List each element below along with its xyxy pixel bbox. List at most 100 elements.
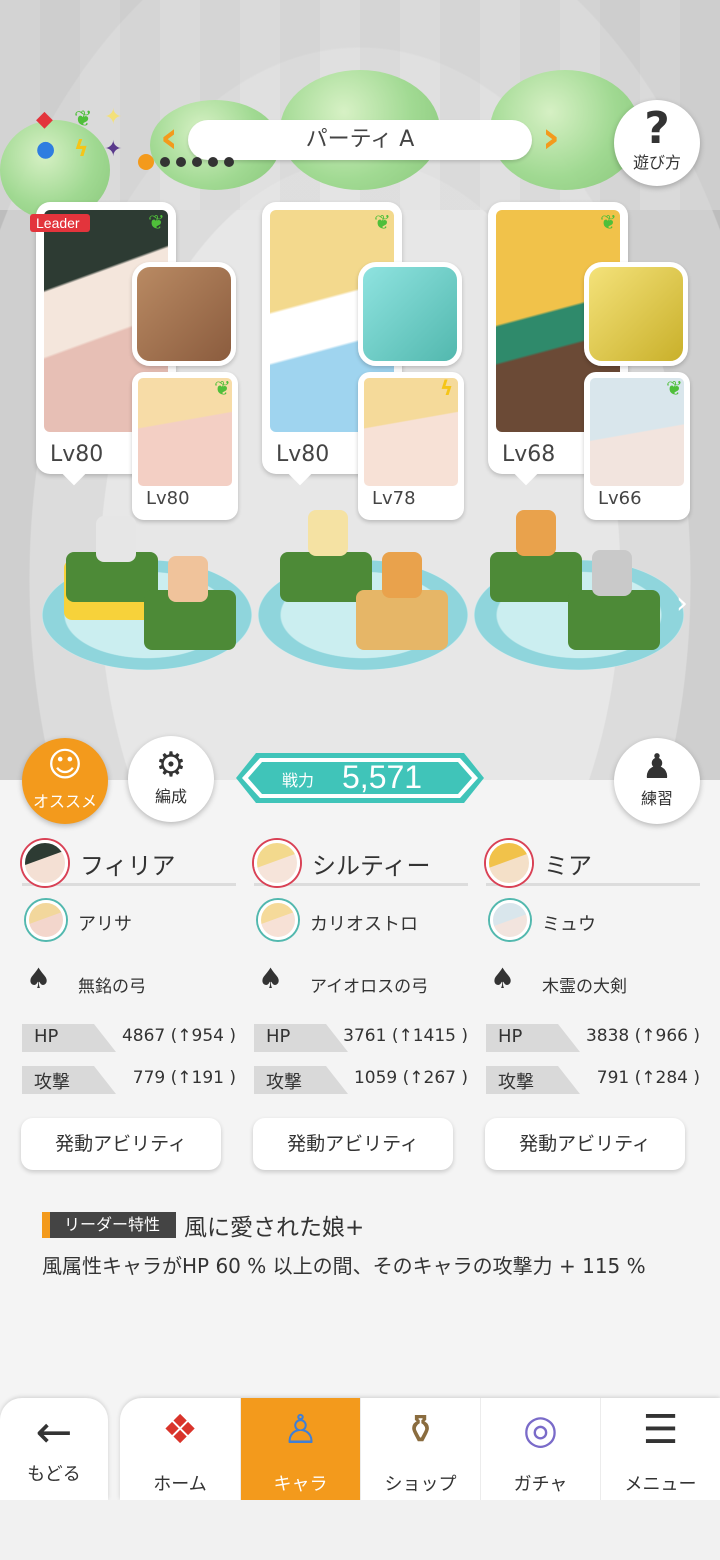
main-character-name: シルティー (312, 852, 431, 880)
hp-stat: HP 4867 (↑954 ) (22, 1024, 236, 1052)
character-icon: ♙ (282, 1407, 319, 1453)
tab-label: ガチャ (513, 1474, 568, 1495)
party-page-indicator (138, 154, 234, 170)
sub-character-row[interactable]: アリサ (22, 886, 236, 948)
tab-label: ショップ (384, 1474, 457, 1495)
slot-detail-column: シルティー カリオストロ ♠ アイオロスの弓 HP 3761 (↑1415 ) … (254, 836, 468, 1094)
attack-stat: 攻撃 779 (↑191 ) (22, 1066, 236, 1094)
weapon-name: 無銘の弓 (78, 977, 146, 997)
main-character-name: フィリア (80, 852, 176, 880)
sub-character-card[interactable]: ❦ Lv80 (132, 372, 238, 520)
main-character-name: ミア (544, 852, 592, 880)
sub-block (568, 590, 660, 650)
formation-gear-icon: ⚙ (155, 745, 187, 785)
leader-skill-tag: リーダー特性 (42, 1212, 177, 1238)
main-character-row[interactable]: ミア (486, 836, 700, 886)
weapon-bow-icon[interactable] (132, 262, 236, 366)
main-character-row[interactable]: フィリア (22, 836, 236, 886)
stat-tag: HP (486, 1024, 580, 1052)
light-sparkle-icon: ✦ (104, 105, 123, 130)
ability-button[interactable]: 発動アビリティ (253, 1118, 453, 1170)
tab-menu[interactable]: ☰ メニュー (600, 1398, 720, 1500)
ability-button[interactable]: 発動アビリティ (21, 1118, 221, 1170)
sub-character-row[interactable]: カリオストロ (254, 886, 468, 948)
page-dot (160, 157, 170, 167)
recommend-label: オススメ (32, 792, 97, 811)
hp-value: 3761 (↑1415 ) (343, 1026, 468, 1046)
main-sprite (516, 510, 556, 556)
scroll-right-chevron-icon[interactable]: › (676, 586, 688, 621)
page-dot (208, 157, 218, 167)
hp-label: HP (498, 1026, 523, 1047)
slot-detail-column: ミア ミュウ ♠ 木霊の大剣 HP 3838 (↑966 ) 攻撃 791 (↑… (486, 836, 700, 1094)
home-icon: ❖ (162, 1407, 198, 1453)
stat-tag: HP (254, 1024, 348, 1052)
weapon-row[interactable]: ♠ アイオロスの弓 (254, 948, 468, 1010)
menu-icon: ☰ (642, 1407, 679, 1453)
sub-sprite (382, 552, 422, 598)
main-tabs: ❖ ホーム ♙ キャラ ⚱ ショップ ◎ ガチャ ☰ メニュー (120, 1398, 720, 1500)
tab-character[interactable]: ♙ キャラ (240, 1398, 360, 1500)
stat-tag: 攻撃 (22, 1066, 116, 1094)
back-button[interactable]: ← もどる (0, 1398, 108, 1500)
weapon-icon: ♠ (490, 962, 516, 995)
tab-home[interactable]: ❖ ホーム (120, 1398, 240, 1500)
sub-character-name: アリサ (78, 914, 132, 935)
formation-label: 編成 (154, 787, 187, 806)
tab-label: キャラ (273, 1474, 328, 1495)
recommend-button[interactable]: ☺ オススメ (22, 738, 108, 824)
weapon-icon: ♠ (258, 962, 284, 995)
weapon-greatsword-icon[interactable] (584, 262, 688, 366)
shop-icon: ⚱ (403, 1407, 438, 1453)
sub-character-card[interactable]: ϟ Lv78 (358, 372, 464, 520)
sub-character-card[interactable]: ❦ Lv66 (584, 372, 690, 520)
character-avatar (22, 840, 68, 886)
formation-button[interactable]: ⚙ 編成 (128, 736, 214, 822)
wind-element-icon: ❦ (600, 210, 617, 234)
weapon-name: アイオロスの弓 (310, 977, 429, 997)
tab-gacha[interactable]: ◎ ガチャ (480, 1398, 600, 1500)
page-dot (224, 157, 234, 167)
leader-skill-panel: リーダー特性 風に愛された娘+ 風属性キャラがHP 60 % 以上の間、そのキャラ… (42, 1208, 682, 1280)
sub-block (356, 590, 448, 650)
bottom-navigation: ← もどる ❖ ホーム ♙ キャラ ⚱ ショップ ◎ ガチャ ☰ メニュー (0, 1398, 720, 1500)
next-party-chevron-icon[interactable]: › (534, 116, 560, 162)
character-avatar (486, 840, 532, 886)
fire-diamond-icon: ◆ (36, 107, 53, 132)
sub-level: Lv78 (372, 488, 416, 509)
wind-element-icon: ❦ (148, 210, 165, 234)
practice-button[interactable]: ♟ 練習 (614, 738, 700, 824)
water-circle-icon: ● (36, 137, 56, 162)
weapon-row[interactable]: ♠ 無銘の弓 (22, 948, 236, 1010)
hp-label: HP (266, 1026, 291, 1047)
dark-star-icon: ✦ (104, 137, 123, 162)
stat-tag: 攻撃 (486, 1066, 580, 1094)
character-avatar (26, 900, 66, 940)
character-avatar (490, 900, 530, 940)
slot-detail-column: フィリア アリサ ♠ 無銘の弓 HP 4867 (↑954 ) 攻撃 779 (… (22, 836, 236, 1094)
party-scene: ◆ ❦ ✦ ● ϟ ✦ ‹ パーティ A › ? 遊び方 Leader ❦ Lv… (0, 0, 720, 780)
sub-character-row[interactable]: ミュウ (486, 886, 700, 948)
party-title: パーティ A (188, 120, 532, 160)
sub-sprite (168, 556, 208, 602)
element-legend: ◆ ❦ ✦ ● ϟ ✦ (34, 105, 130, 168)
weapon-bow-icon[interactable] (358, 262, 462, 366)
character-avatar (258, 900, 298, 940)
main-level: Lv80 (276, 442, 330, 467)
tab-label: メニュー (624, 1474, 697, 1495)
attack-value: 779 (↑191 ) (132, 1068, 236, 1088)
ability-button[interactable]: 発動アビリティ (485, 1118, 685, 1170)
main-level: Lv80 (50, 442, 104, 467)
main-character-row[interactable]: シルティー (254, 836, 468, 886)
sub-level: Lv80 (146, 488, 190, 509)
main-level: Lv68 (502, 442, 556, 467)
tab-shop[interactable]: ⚱ ショップ (360, 1398, 480, 1500)
weapon-row[interactable]: ♠ 木霊の大剣 (486, 948, 700, 1010)
total-power: 戦力 5,571 (236, 753, 484, 803)
how-to-play-button[interactable]: ? 遊び方 (614, 100, 700, 186)
page-dot (192, 157, 202, 167)
character-avatar (254, 840, 300, 886)
system-bar (0, 1500, 720, 1560)
attack-label: 攻撃 (34, 1072, 70, 1093)
sub-character-name: カリオストロ (310, 914, 418, 935)
